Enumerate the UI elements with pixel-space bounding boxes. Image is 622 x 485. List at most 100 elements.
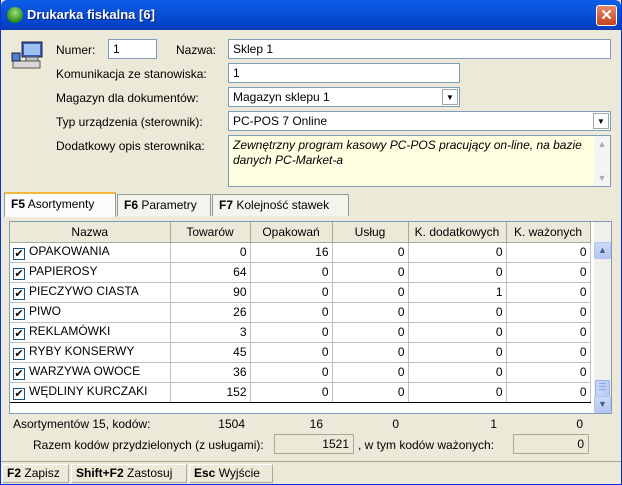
apply-button[interactable]: Shift+F2 Zastosuj: [71, 464, 187, 483]
cell-value[interactable]: 0: [506, 262, 591, 283]
table-row[interactable]: ✔ WĘDLINY KURCZAKI 152 0 0 0 0: [10, 381, 591, 403]
cell-value[interactable]: 0: [250, 362, 333, 383]
tab-label: Kolejność stawek: [236, 198, 330, 212]
cell-value[interactable]: 3: [170, 322, 251, 343]
komunikacja-input[interactable]: 1: [228, 63, 460, 83]
cell-value[interactable]: 0: [170, 242, 251, 263]
table-row[interactable]: ✔ PAPIEROSY 64 0 0 0 0: [10, 262, 591, 283]
cell-value[interactable]: 0: [332, 342, 409, 363]
table-row[interactable]: ✔ REKLAMÓWKI 3 0 0 0 0: [10, 322, 591, 343]
computer-icon: [11, 41, 43, 69]
cell-nazwa[interactable]: ✔ WARZYWA OWOCE: [10, 362, 171, 383]
cell-value[interactable]: 0: [332, 282, 409, 303]
scroll-up-icon[interactable]: ▲: [594, 242, 611, 259]
table-row[interactable]: ✔ RYBY KONSERWY 45 0 0 0 0: [10, 342, 591, 363]
scroll-down-icon[interactable]: ▼: [594, 170, 610, 186]
save-button[interactable]: F2 Zapisz: [2, 464, 69, 483]
cell-value[interactable]: 0: [506, 342, 591, 363]
cell-value[interactable]: 0: [408, 322, 507, 343]
magazyn-select[interactable]: Magazyn sklepu 1 ▼: [228, 87, 460, 107]
cell-value[interactable]: 0: [332, 381, 409, 403]
tab-asortymenty[interactable]: F5 Asortymenty: [4, 192, 116, 217]
row-checkbox[interactable]: ✔: [13, 348, 25, 360]
table-row[interactable]: ✔ WARZYWA OWOCE 36 0 0 0 0: [10, 362, 591, 383]
cell-nazwa[interactable]: ✔ PIECZYWO CIASTA: [10, 282, 171, 303]
chevron-down-icon[interactable]: ▼: [442, 89, 458, 105]
cell-nazwa[interactable]: ✔ PAPIEROSY: [10, 262, 171, 283]
chevron-down-icon[interactable]: ▼: [593, 113, 609, 129]
dialog-window: Drukarka fiskalna [6] ✕ Numer: 1 Nazwa: …: [0, 0, 622, 485]
cell-value[interactable]: 0: [408, 242, 507, 263]
cell-value[interactable]: 0: [332, 302, 409, 323]
cell-value[interactable]: 0: [506, 381, 591, 403]
numer-input[interactable]: 1: [108, 39, 157, 59]
wtym-label: , w tym kodów ważonych:: [358, 438, 495, 452]
cell-value[interactable]: 16: [250, 242, 333, 263]
tab-kolejnosc-stawek[interactable]: F7 Kolejność stawek: [212, 194, 349, 216]
cell-nazwa[interactable]: ✔ OPAKOWANIA: [10, 242, 171, 263]
row-checkbox[interactable]: ✔: [13, 368, 25, 380]
cell-value[interactable]: 0: [408, 302, 507, 323]
tab-parametry[interactable]: F6 Parametry: [117, 194, 211, 216]
cell-nazwa[interactable]: ✔ RYBY KONSERWY: [10, 342, 171, 363]
row-name: RYBY KONSERWY: [29, 344, 135, 358]
cell-nazwa[interactable]: ✔ REKLAMÓWKI: [10, 322, 171, 343]
row-checkbox[interactable]: ✔: [13, 288, 25, 300]
opis-textarea[interactable]: Zewnętrzny program kasowy PC-POS pracują…: [228, 135, 611, 187]
opis-scrollbar[interactable]: ▲ ▼: [594, 136, 610, 186]
cell-value[interactable]: 90: [170, 282, 251, 303]
cell-value[interactable]: 0: [332, 242, 409, 263]
row-checkbox[interactable]: ✔: [13, 268, 25, 280]
grid-scrollbar[interactable]: ▲ ▼: [594, 222, 611, 413]
col-header-k-wazonych[interactable]: K. ważonych: [506, 222, 591, 243]
row-checkbox[interactable]: ✔: [13, 388, 25, 400]
exit-button[interactable]: Esc Wyjście: [189, 464, 273, 483]
row-checkbox[interactable]: ✔: [13, 248, 25, 260]
cell-value[interactable]: 1: [408, 282, 507, 303]
cell-nazwa[interactable]: ✔ WĘDLINY KURCZAKI: [10, 381, 171, 403]
cell-value[interactable]: 64: [170, 262, 251, 283]
cell-value[interactable]: 0: [250, 302, 333, 323]
cell-value[interactable]: 0: [408, 342, 507, 363]
cell-value[interactable]: 0: [408, 262, 507, 283]
tab-key: F7: [219, 198, 234, 212]
cell-value[interactable]: 0: [506, 302, 591, 323]
col-header-opakowan[interactable]: Opakowań: [250, 222, 333, 243]
scroll-up-icon[interactable]: ▲: [594, 136, 610, 152]
table-row[interactable]: ✔ PIWO 26 0 0 0 0: [10, 302, 591, 323]
cell-value[interactable]: 0: [250, 282, 333, 303]
cell-value[interactable]: 0: [250, 342, 333, 363]
cell-value[interactable]: 0: [332, 362, 409, 383]
table-row[interactable]: ✔ PIECZYWO CIASTA 90 0 0 1 0: [10, 282, 591, 303]
typ-value: PC-POS 7 Online: [233, 114, 328, 128]
cell-value[interactable]: 26: [170, 302, 251, 323]
col-header-uslug[interactable]: Usług: [332, 222, 409, 243]
cell-value[interactable]: 0: [332, 322, 409, 343]
cell-value[interactable]: 0: [408, 381, 507, 403]
nazwa-input[interactable]: Sklep 1: [228, 39, 611, 59]
scroll-down-icon[interactable]: ▼: [594, 396, 611, 413]
row-checkbox[interactable]: ✔: [13, 328, 25, 340]
cell-value[interactable]: 0: [506, 242, 591, 263]
close-button[interactable]: ✕: [596, 5, 617, 26]
cell-value[interactable]: 0: [332, 262, 409, 283]
cell-value[interactable]: 152: [170, 381, 251, 403]
cell-value[interactable]: 0: [408, 362, 507, 383]
cell-value[interactable]: 36: [170, 362, 251, 383]
cell-value[interactable]: 45: [170, 342, 251, 363]
cell-value[interactable]: 0: [250, 322, 333, 343]
action-label: Zapisz: [24, 466, 60, 480]
col-header-towarow[interactable]: Towarów: [170, 222, 251, 243]
asortymenty-grid[interactable]: Nazwa Towarów Opakowań Usług K. dodatkow…: [9, 221, 612, 414]
cell-value[interactable]: 0: [250, 262, 333, 283]
row-checkbox[interactable]: ✔: [13, 308, 25, 320]
cell-value[interactable]: 0: [506, 322, 591, 343]
typ-select[interactable]: PC-POS 7 Online ▼: [228, 111, 611, 131]
col-header-k-dodatkowych[interactable]: K. dodatkowych: [408, 222, 507, 243]
cell-value[interactable]: 0: [506, 362, 591, 383]
cell-value[interactable]: 0: [506, 282, 591, 303]
cell-nazwa[interactable]: ✔ PIWO: [10, 302, 171, 323]
col-header-nazwa[interactable]: Nazwa: [10, 222, 171, 243]
table-row[interactable]: ✔ OPAKOWANIA 0 16 0 0 0: [10, 242, 591, 263]
cell-value[interactable]: 0: [250, 381, 333, 403]
